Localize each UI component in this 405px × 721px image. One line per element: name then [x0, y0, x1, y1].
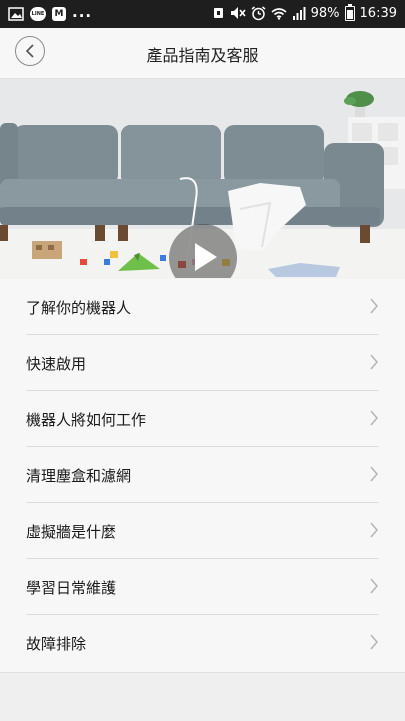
guide-menu-list: 了解你的機器人 快速啟用 機器人將如何工作 清理塵盒和濾網 虛擬牆是什麼 學習日… [0, 279, 405, 672]
list-item-label: 了解你的機器人 [26, 299, 132, 317]
list-item[interactable]: 了解你的機器人 [26, 279, 379, 335]
alarm-clock-icon [212, 5, 225, 21]
list-item[interactable]: 故障排除 [26, 615, 379, 671]
guide-video-thumbnail[interactable] [0, 79, 405, 278]
status-bar: LINE M ... 98% 16:39 [0, 0, 405, 28]
signal-icon [292, 5, 306, 21]
more-notifications-indicator: ... [72, 3, 93, 21]
list-item[interactable]: 學習日常維護 [26, 559, 379, 615]
app-header: 產品指南及客服 [0, 28, 405, 79]
chevron-right-icon [370, 522, 378, 538]
list-item-label: 故障排除 [26, 635, 87, 653]
clock-time: 16:39 [359, 5, 397, 21]
chevron-right-icon [370, 354, 378, 370]
status-left: LINE M ... [8, 3, 93, 23]
page-title: 產品指南及客服 [146, 46, 259, 65]
list-item[interactable]: 快速啟用 [26, 335, 379, 391]
chevron-right-icon [370, 578, 378, 594]
list-item-label: 學習日常維護 [26, 579, 117, 597]
chevron-right-icon [370, 298, 378, 314]
list-item-label: 機器人將如何工作 [26, 411, 147, 429]
status-right: 98% 16:39 [212, 3, 397, 21]
list-item-label: 虛擬牆是什麼 [26, 523, 117, 541]
list-item[interactable]: 虛擬牆是什麼 [26, 503, 379, 559]
list-item-label: 清理塵盒和濾網 [26, 467, 132, 485]
list-item[interactable]: 機器人將如何工作 [26, 391, 379, 447]
footer-area [0, 672, 405, 721]
wifi-icon [271, 5, 287, 21]
image-icon [8, 6, 24, 22]
mute-icon [230, 5, 246, 21]
chevron-right-icon [370, 410, 378, 426]
list-item-label: 快速啟用 [26, 355, 87, 373]
chevron-right-icon [370, 634, 378, 650]
line-app-icon: LINE [30, 7, 46, 21]
battery-percentage: 98% [310, 5, 340, 21]
mi-app-icon: M [52, 7, 66, 21]
list-item[interactable]: 清理塵盒和濾網 [26, 447, 379, 503]
alarm-icon [251, 5, 266, 21]
battery-icon [344, 3, 355, 21]
chevron-right-icon [370, 466, 378, 482]
play-icon [195, 243, 217, 271]
